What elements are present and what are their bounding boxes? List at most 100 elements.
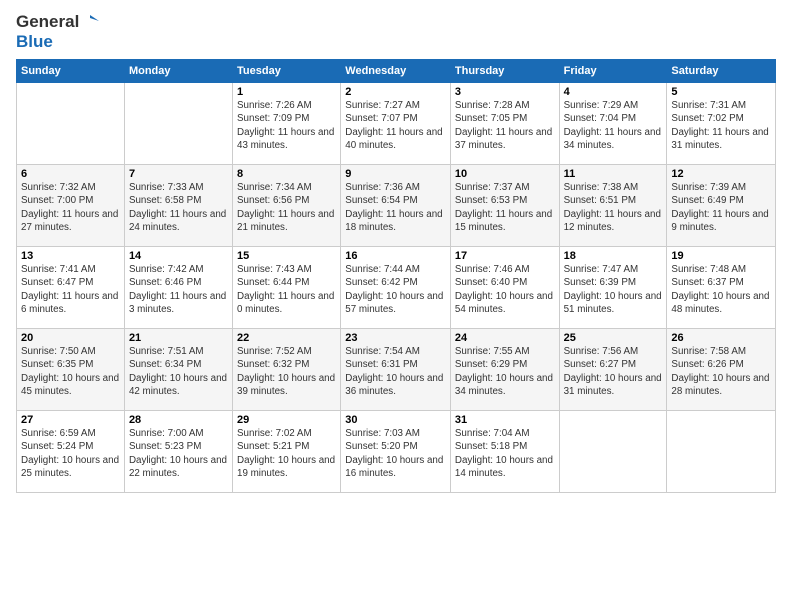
calendar-cell: 19Sunrise: 7:48 AMSunset: 6:37 PMDayligh… [667, 247, 776, 329]
calendar-cell: 26Sunrise: 7:58 AMSunset: 6:26 PMDayligh… [667, 329, 776, 411]
calendar-col-header: Friday [559, 60, 667, 83]
calendar-cell: 20Sunrise: 7:50 AMSunset: 6:35 PMDayligh… [17, 329, 125, 411]
day-info: Sunrise: 7:00 AMSunset: 5:23 PMDaylight:… [129, 427, 228, 480]
calendar-cell: 23Sunrise: 7:54 AMSunset: 6:31 PMDayligh… [341, 329, 451, 411]
day-info: Sunrise: 7:46 AMSunset: 6:40 PMDaylight:… [455, 263, 555, 316]
calendar-cell [124, 83, 232, 165]
calendar-cell: 31Sunrise: 7:04 AMSunset: 5:18 PMDayligh… [450, 411, 559, 493]
day-info: Sunrise: 7:52 AMSunset: 6:32 PMDaylight:… [237, 345, 336, 398]
day-number: 23 [345, 332, 446, 344]
day-number: 15 [237, 250, 336, 262]
day-number: 30 [345, 414, 446, 426]
day-number: 13 [21, 250, 120, 262]
day-info: Sunrise: 7:43 AMSunset: 6:44 PMDaylight:… [237, 263, 336, 316]
day-info: Sunrise: 7:34 AMSunset: 6:56 PMDaylight:… [237, 181, 336, 234]
calendar-cell: 15Sunrise: 7:43 AMSunset: 6:44 PMDayligh… [233, 247, 341, 329]
day-info: Sunrise: 7:44 AMSunset: 6:42 PMDaylight:… [345, 263, 446, 316]
calendar-week-row: 1Sunrise: 7:26 AMSunset: 7:09 PMDaylight… [17, 83, 776, 165]
logo-blue: Blue [16, 32, 99, 52]
calendar-cell: 13Sunrise: 7:41 AMSunset: 6:47 PMDayligh… [17, 247, 125, 329]
day-info: Sunrise: 7:03 AMSunset: 5:20 PMDaylight:… [345, 427, 446, 480]
day-number: 19 [671, 250, 771, 262]
day-info: Sunrise: 7:55 AMSunset: 6:29 PMDaylight:… [455, 345, 555, 398]
day-info: Sunrise: 7:42 AMSunset: 6:46 PMDaylight:… [129, 263, 228, 316]
day-number: 6 [21, 168, 120, 180]
calendar-cell: 7Sunrise: 7:33 AMSunset: 6:58 PMDaylight… [124, 165, 232, 247]
calendar-cell: 16Sunrise: 7:44 AMSunset: 6:42 PMDayligh… [341, 247, 451, 329]
day-info: Sunrise: 7:32 AMSunset: 7:00 PMDaylight:… [21, 181, 120, 234]
day-info: Sunrise: 7:29 AMSunset: 7:04 PMDaylight:… [564, 99, 663, 152]
calendar-week-row: 20Sunrise: 7:50 AMSunset: 6:35 PMDayligh… [17, 329, 776, 411]
day-info: Sunrise: 7:26 AMSunset: 7:09 PMDaylight:… [237, 99, 336, 152]
day-number: 18 [564, 250, 663, 262]
day-number: 5 [671, 86, 771, 98]
day-info: Sunrise: 7:54 AMSunset: 6:31 PMDaylight:… [345, 345, 446, 398]
calendar-col-header: Wednesday [341, 60, 451, 83]
calendar-cell: 17Sunrise: 7:46 AMSunset: 6:40 PMDayligh… [450, 247, 559, 329]
calendar-cell: 9Sunrise: 7:36 AMSunset: 6:54 PMDaylight… [341, 165, 451, 247]
day-info: Sunrise: 7:47 AMSunset: 6:39 PMDaylight:… [564, 263, 663, 316]
day-number: 20 [21, 332, 120, 344]
calendar-week-row: 6Sunrise: 7:32 AMSunset: 7:00 PMDaylight… [17, 165, 776, 247]
day-info: Sunrise: 7:51 AMSunset: 6:34 PMDaylight:… [129, 345, 228, 398]
day-number: 3 [455, 86, 555, 98]
day-number: 31 [455, 414, 555, 426]
calendar-cell: 2Sunrise: 7:27 AMSunset: 7:07 PMDaylight… [341, 83, 451, 165]
day-info: Sunrise: 7:58 AMSunset: 6:26 PMDaylight:… [671, 345, 771, 398]
calendar-header-row: SundayMondayTuesdayWednesdayThursdayFrid… [17, 60, 776, 83]
day-number: 25 [564, 332, 663, 344]
day-number: 27 [21, 414, 120, 426]
logo-bird-icon [81, 13, 99, 31]
day-number: 24 [455, 332, 555, 344]
day-number: 29 [237, 414, 336, 426]
day-number: 26 [671, 332, 771, 344]
logo-general: General [16, 12, 79, 32]
day-info: Sunrise: 7:39 AMSunset: 6:49 PMDaylight:… [671, 181, 771, 234]
calendar-cell [17, 83, 125, 165]
day-number: 28 [129, 414, 228, 426]
day-info: Sunrise: 7:27 AMSunset: 7:07 PMDaylight:… [345, 99, 446, 152]
day-info: Sunrise: 7:38 AMSunset: 6:51 PMDaylight:… [564, 181, 663, 234]
calendar-col-header: Sunday [17, 60, 125, 83]
day-number: 21 [129, 332, 228, 344]
calendar-col-header: Saturday [667, 60, 776, 83]
day-number: 4 [564, 86, 663, 98]
calendar-cell: 28Sunrise: 7:00 AMSunset: 5:23 PMDayligh… [124, 411, 232, 493]
calendar-cell: 14Sunrise: 7:42 AMSunset: 6:46 PMDayligh… [124, 247, 232, 329]
day-info: Sunrise: 7:56 AMSunset: 6:27 PMDaylight:… [564, 345, 663, 398]
day-info: Sunrise: 7:31 AMSunset: 7:02 PMDaylight:… [671, 99, 771, 152]
day-number: 10 [455, 168, 555, 180]
calendar-week-row: 13Sunrise: 7:41 AMSunset: 6:47 PMDayligh… [17, 247, 776, 329]
calendar-cell [667, 411, 776, 493]
day-number: 22 [237, 332, 336, 344]
calendar-cell: 21Sunrise: 7:51 AMSunset: 6:34 PMDayligh… [124, 329, 232, 411]
calendar-cell: 29Sunrise: 7:02 AMSunset: 5:21 PMDayligh… [233, 411, 341, 493]
calendar-cell: 6Sunrise: 7:32 AMSunset: 7:00 PMDaylight… [17, 165, 125, 247]
calendar-cell: 8Sunrise: 7:34 AMSunset: 6:56 PMDaylight… [233, 165, 341, 247]
day-number: 17 [455, 250, 555, 262]
day-info: Sunrise: 7:02 AMSunset: 5:21 PMDaylight:… [237, 427, 336, 480]
calendar-cell: 24Sunrise: 7:55 AMSunset: 6:29 PMDayligh… [450, 329, 559, 411]
logo-container: General Blue [16, 12, 99, 51]
calendar-cell: 11Sunrise: 7:38 AMSunset: 6:51 PMDayligh… [559, 165, 667, 247]
calendar-cell: 22Sunrise: 7:52 AMSunset: 6:32 PMDayligh… [233, 329, 341, 411]
day-info: Sunrise: 7:36 AMSunset: 6:54 PMDaylight:… [345, 181, 446, 234]
calendar-cell: 30Sunrise: 7:03 AMSunset: 5:20 PMDayligh… [341, 411, 451, 493]
calendar-cell: 10Sunrise: 7:37 AMSunset: 6:53 PMDayligh… [450, 165, 559, 247]
calendar-cell [559, 411, 667, 493]
calendar-table: SundayMondayTuesdayWednesdayThursdayFrid… [16, 59, 776, 493]
calendar-cell: 18Sunrise: 7:47 AMSunset: 6:39 PMDayligh… [559, 247, 667, 329]
calendar-col-header: Monday [124, 60, 232, 83]
day-number: 16 [345, 250, 446, 262]
day-number: 9 [345, 168, 446, 180]
calendar-cell: 25Sunrise: 7:56 AMSunset: 6:27 PMDayligh… [559, 329, 667, 411]
calendar-cell: 1Sunrise: 7:26 AMSunset: 7:09 PMDaylight… [233, 83, 341, 165]
calendar-cell: 3Sunrise: 7:28 AMSunset: 7:05 PMDaylight… [450, 83, 559, 165]
calendar-week-row: 27Sunrise: 6:59 AMSunset: 5:24 PMDayligh… [17, 411, 776, 493]
day-info: Sunrise: 7:41 AMSunset: 6:47 PMDaylight:… [21, 263, 120, 316]
day-number: 1 [237, 86, 336, 98]
day-number: 8 [237, 168, 336, 180]
day-info: Sunrise: 7:33 AMSunset: 6:58 PMDaylight:… [129, 181, 228, 234]
day-number: 12 [671, 168, 771, 180]
page-header: General Blue [16, 12, 776, 51]
